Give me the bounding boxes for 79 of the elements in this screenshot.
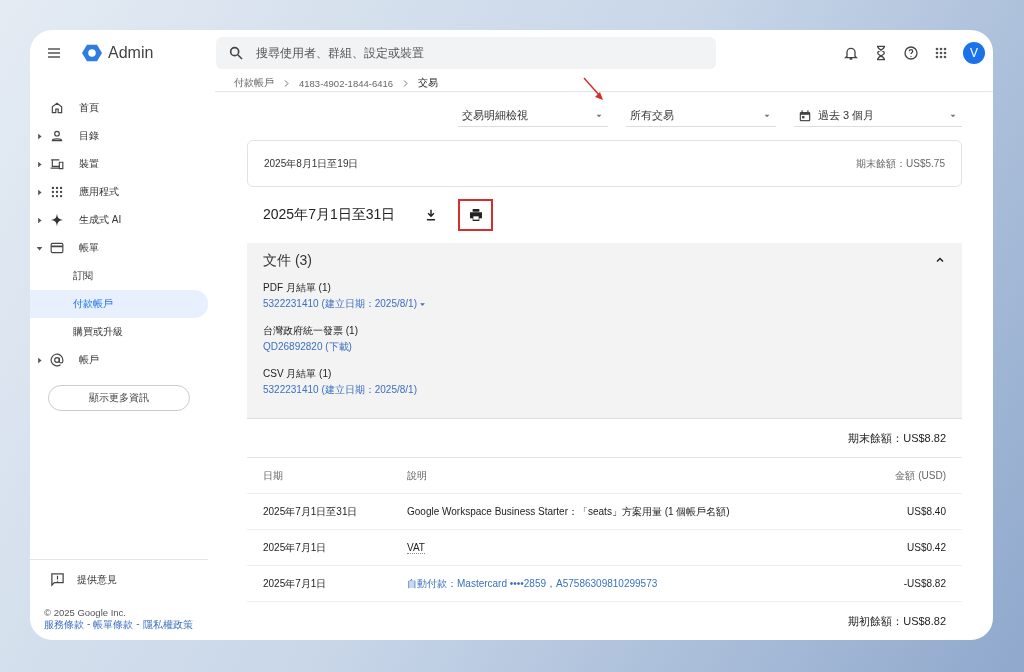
period-range: 2025年8月1日至19日 [264,156,359,171]
sidebar-item[interactable]: 帳單 [30,234,208,262]
chevron-icon [401,79,411,88]
caret-icon [36,216,43,224]
help-icon[interactable] [903,45,919,61]
sidebar-item[interactable]: 購買或升級 [30,318,208,346]
caret-icon [36,188,43,196]
table-cell-text: Google Workspace Business Starter：「seats」方案用量 (1 個帳戶名額) [407,504,731,519]
sidebar-item[interactable]: 應用程式 [30,178,208,206]
sidebar-item[interactable]: 目錄 [30,122,208,150]
caret-icon [36,356,43,364]
show-more-button[interactable]: 顯示更多資訊 [48,385,190,411]
column-header: 說明 [407,468,428,483]
table-cell-text: -US$8.82 [902,578,946,589]
column-header: 金額 (USD) [894,468,946,483]
breadcrumb-link[interactable]: 4183-4902-1844-6416 [299,78,394,89]
table-cell-text: 2025年7月1日 [263,540,328,555]
chevron-icon [282,79,291,88]
footer-link[interactable]: 帳單條款 [93,618,134,632]
filter-dropdown[interactable]: 交易明細檢視 [458,105,608,127]
payment-link[interactable]: 自動付款：Mastercard ••••2859，A57586309810299573 [407,576,658,591]
at-sign-icon [50,353,64,367]
documents-title: 文件 (3) [263,252,312,270]
caret-icon [36,244,43,252]
copyright-text: © 2025 Google Inc. [44,607,127,618]
print-button[interactable] [458,199,494,231]
table-cell-text: 2025年7月1日至31日 [263,504,359,519]
footer-link[interactable]: 服務條款 [44,618,84,632]
home-icon [50,101,64,115]
feedback-link[interactable]: 提供意見 [77,572,117,587]
footer-link[interactable]: 隱私權政策 [142,618,193,632]
filter-dropdown[interactable]: 所有交易 [626,105,776,127]
sidebar-item[interactable]: 帳戶 [30,346,208,374]
feedback-icon [50,572,65,587]
apps-icon [50,185,64,199]
sidebar-item[interactable]: 首頁 [30,94,208,122]
table-cell-text: 2025年7月1日 [263,576,328,591]
column-header: 日期 [263,468,284,483]
sidebar-item[interactable]: 付款帳戶 [30,290,208,318]
document-type: 台灣政府統一發票 (1) [263,324,359,338]
apps-grid-icon[interactable] [933,45,949,61]
caret-icon [36,160,43,168]
annotation-arrow [582,76,606,102]
caret-icon [36,132,43,140]
period-card[interactable]: 2025年8月1日至19日 期末餘額：US$5.75 [247,140,962,187]
sparkle-icon [50,213,64,227]
statement-title: 2025年7月1日至31日 [263,206,396,224]
search-field[interactable]: 搜尋使用者、群組、設定或裝置 [216,37,716,69]
table-cell-text: US$0.42 [906,542,946,553]
search-icon [228,45,244,61]
document-type: PDF 月結單 (1) [263,281,332,295]
sidebar-item[interactable]: 裝置 [30,150,208,178]
avatar[interactable]: V [963,42,985,64]
document-type: CSV 月結單 (1) [263,367,333,381]
credit-card-icon [50,241,64,255]
table-cell-text: US$8.40 [906,506,946,517]
product-name: Admin [108,44,154,62]
bell-icon[interactable] [843,45,859,61]
document-link[interactable]: 5322231410 (建立日期：2025/8/1) [263,383,417,397]
logo-icon [82,43,102,63]
table-cell[interactable]: VAT [407,541,425,554]
separator-text: - [87,618,91,631]
period-balance: 期末餘額：US$5.75 [856,156,945,171]
closing-balance: 期末餘額：US$8.82 [848,430,946,446]
sidebar-item[interactable]: 訂閱 [30,262,208,290]
separator-text: - [136,618,140,631]
caret-icon [419,300,426,308]
print-icon [467,207,484,223]
document-link[interactable]: QD26892820 (下載) [263,340,352,354]
opening-balance: 期初餘額：US$8.82 [848,613,946,629]
person-icon [50,129,64,143]
filter-dropdown[interactable]: 過去 3 個月 [794,105,962,127]
devices-icon [50,157,64,171]
breadcrumb-link[interactable]: 交易 [418,77,439,90]
breadcrumb-link[interactable]: 付款帳戶 [234,77,274,90]
calendar-icon [798,108,812,123]
menu-icon[interactable] [46,45,62,61]
document-link[interactable]: 5322231410 (建立日期：2025/8/1) [263,297,417,311]
sidebar-item[interactable]: 生成式 AI [30,206,208,234]
